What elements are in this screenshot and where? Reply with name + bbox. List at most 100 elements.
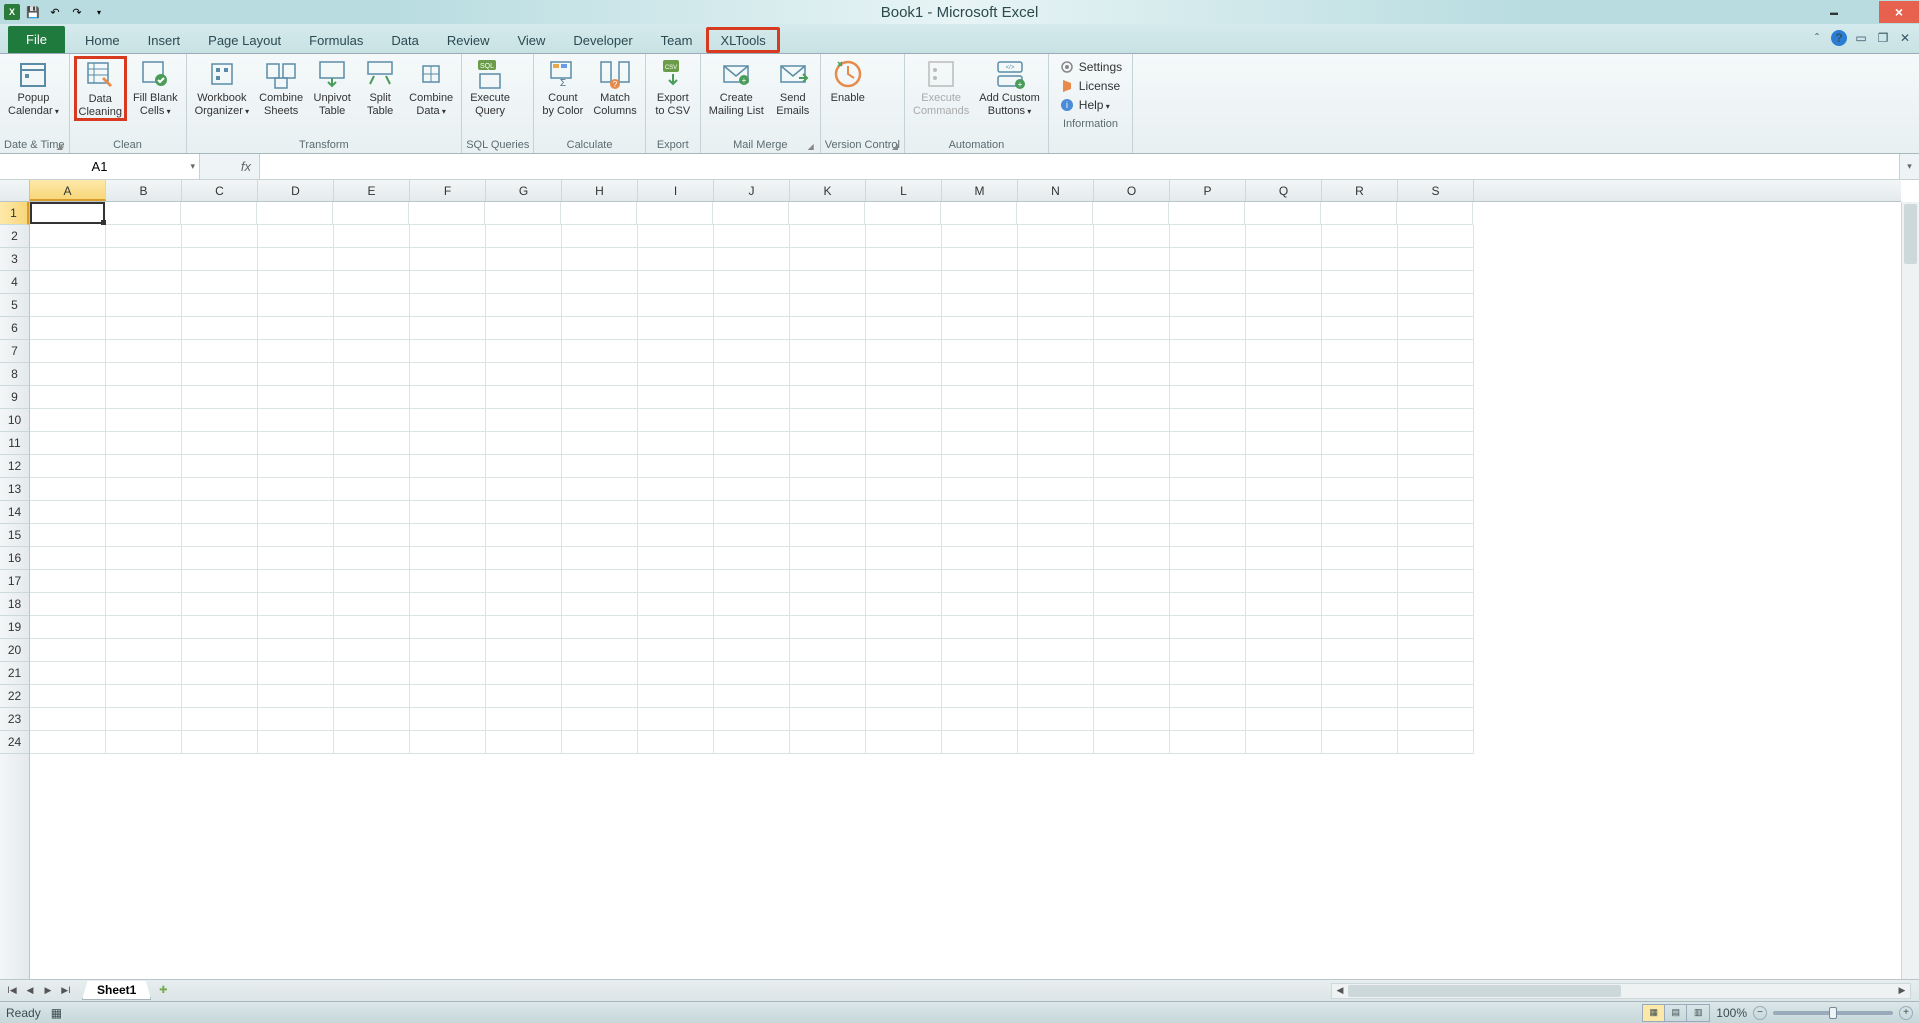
settings-button[interactable]: Settings <box>1055 58 1126 76</box>
cell[interactable] <box>1398 662 1474 685</box>
cell[interactable] <box>1094 616 1170 639</box>
column-header[interactable]: E <box>334 180 410 201</box>
tab-developer[interactable]: Developer <box>559 27 646 53</box>
cell[interactable] <box>1018 639 1094 662</box>
cell[interactable] <box>562 386 638 409</box>
cell[interactable] <box>1398 501 1474 524</box>
fx-label[interactable]: fx <box>200 154 260 179</box>
cell[interactable] <box>790 455 866 478</box>
cell[interactable] <box>409 202 485 225</box>
cell[interactable] <box>562 317 638 340</box>
cell[interactable] <box>866 340 942 363</box>
cell[interactable] <box>30 317 106 340</box>
cell[interactable] <box>334 570 410 593</box>
cell[interactable] <box>790 248 866 271</box>
cell[interactable] <box>1246 294 1322 317</box>
vertical-scrollbar[interactable] <box>1901 202 1919 979</box>
cell[interactable] <box>182 294 258 317</box>
cell[interactable] <box>866 294 942 317</box>
cell[interactable] <box>258 294 334 317</box>
cell[interactable] <box>1094 409 1170 432</box>
cell[interactable] <box>182 409 258 432</box>
cell[interactable] <box>1398 616 1474 639</box>
cell[interactable] <box>638 248 714 271</box>
cell[interactable] <box>182 616 258 639</box>
cell[interactable] <box>410 524 486 547</box>
cell[interactable] <box>1094 294 1170 317</box>
cell[interactable] <box>866 271 942 294</box>
cell[interactable] <box>942 409 1018 432</box>
cell[interactable] <box>410 708 486 731</box>
cell[interactable] <box>562 271 638 294</box>
count-by-color-button[interactable]: ΣCountby Color <box>538 56 587 119</box>
cell[interactable] <box>638 616 714 639</box>
row-header[interactable]: 1 <box>0 202 29 225</box>
cell[interactable] <box>1246 455 1322 478</box>
cell[interactable] <box>1246 570 1322 593</box>
cell[interactable] <box>1322 501 1398 524</box>
cell[interactable] <box>1246 271 1322 294</box>
cell[interactable] <box>1246 708 1322 731</box>
cell[interactable] <box>942 340 1018 363</box>
cell[interactable] <box>1170 340 1246 363</box>
cell[interactable] <box>1094 708 1170 731</box>
cell[interactable] <box>334 547 410 570</box>
cell[interactable] <box>334 409 410 432</box>
cell[interactable] <box>410 547 486 570</box>
cell[interactable] <box>865 202 941 225</box>
cell[interactable] <box>1246 662 1322 685</box>
cell[interactable] <box>1094 455 1170 478</box>
cell[interactable] <box>486 708 562 731</box>
cell[interactable] <box>334 386 410 409</box>
row-header[interactable]: 23 <box>0 708 29 731</box>
tab-file[interactable]: File <box>8 26 65 53</box>
sheet-last-icon[interactable]: ▶I <box>58 985 74 996</box>
cell[interactable] <box>258 639 334 662</box>
zoom-level[interactable]: 100% <box>1716 1006 1747 1020</box>
cell[interactable] <box>1094 593 1170 616</box>
column-header[interactable]: J <box>714 180 790 201</box>
cell[interactable] <box>562 432 638 455</box>
cell[interactable] <box>714 455 790 478</box>
cell[interactable] <box>790 271 866 294</box>
cell[interactable] <box>562 524 638 547</box>
cell[interactable] <box>942 317 1018 340</box>
cell[interactable] <box>562 455 638 478</box>
column-header[interactable]: M <box>942 180 1018 201</box>
cell[interactable] <box>334 639 410 662</box>
cell[interactable] <box>638 708 714 731</box>
name-box[interactable]: A1 ▾ <box>0 154 200 179</box>
cell[interactable] <box>106 409 182 432</box>
cell[interactable] <box>182 317 258 340</box>
cell[interactable] <box>1018 271 1094 294</box>
cell[interactable] <box>182 501 258 524</box>
match-columns-button[interactable]: ?MatchColumns <box>589 56 640 119</box>
cell[interactable] <box>866 708 942 731</box>
cell[interactable] <box>30 386 106 409</box>
cell[interactable] <box>1018 685 1094 708</box>
cell[interactable] <box>866 455 942 478</box>
row-header[interactable]: 12 <box>0 455 29 478</box>
cell[interactable] <box>486 386 562 409</box>
cell[interactable] <box>790 478 866 501</box>
cell[interactable] <box>1322 570 1398 593</box>
cell[interactable] <box>942 248 1018 271</box>
cell[interactable] <box>1322 271 1398 294</box>
cell[interactable] <box>790 386 866 409</box>
zoom-in-button[interactable]: + <box>1899 1006 1913 1020</box>
sheet-next-icon[interactable]: ▶ <box>40 985 56 996</box>
cell[interactable] <box>1170 685 1246 708</box>
cell[interactable] <box>1018 662 1094 685</box>
cell[interactable] <box>334 363 410 386</box>
cell[interactable] <box>942 501 1018 524</box>
cell[interactable] <box>1246 731 1322 754</box>
cell[interactable] <box>410 639 486 662</box>
cell[interactable] <box>410 501 486 524</box>
cell[interactable] <box>410 294 486 317</box>
cell[interactable] <box>334 478 410 501</box>
cell[interactable] <box>258 386 334 409</box>
cell[interactable] <box>714 363 790 386</box>
cell[interactable] <box>1398 685 1474 708</box>
cell[interactable] <box>334 248 410 271</box>
cell[interactable] <box>714 294 790 317</box>
